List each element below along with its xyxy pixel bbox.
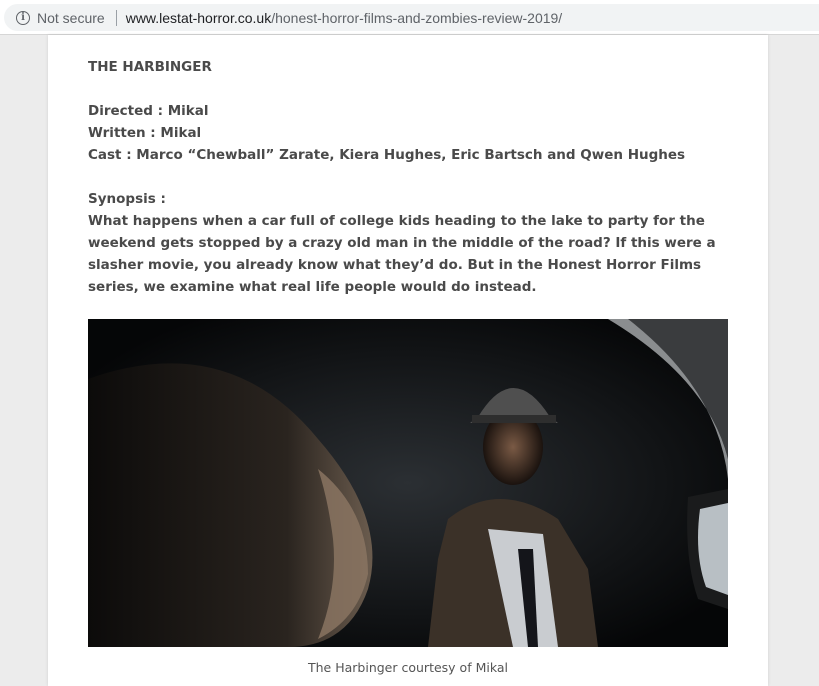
written-line: Written : Mikal	[88, 125, 202, 141]
synopsis-text: What happens when a car full of college …	[88, 213, 716, 295]
article-page: THE HARBINGER Directed : Mikal Written :…	[48, 35, 768, 686]
article-content: THE HARBINGER Directed : Mikal Written :…	[88, 56, 728, 298]
omnibox-separator	[115, 9, 117, 26]
url-domain[interactable]: www.lestat-horror.co.uk	[126, 10, 272, 26]
directed-line: Directed : Mikal	[88, 103, 209, 119]
film-still-illustration	[88, 319, 728, 647]
synopsis-label: Synopsis :	[88, 191, 166, 207]
image-caption: The Harbinger courtesy of Mikal	[308, 660, 508, 675]
omnibox[interactable]: i Not secure www.lestat-horror.co.uk/hon…	[4, 4, 819, 31]
security-label[interactable]: Not secure	[37, 10, 105, 26]
browser-address-bar: i Not secure www.lestat-horror.co.uk/hon…	[0, 0, 819, 35]
cast-line: Cast : Marco “Chewball” Zarate, Kiera Hu…	[88, 147, 686, 163]
film-title: THE HARBINGER	[88, 59, 212, 75]
film-still-image	[88, 319, 728, 647]
url-path[interactable]: /honest-horror-films-and-zombies-review-…	[271, 10, 562, 26]
info-icon[interactable]: i	[16, 10, 30, 25]
